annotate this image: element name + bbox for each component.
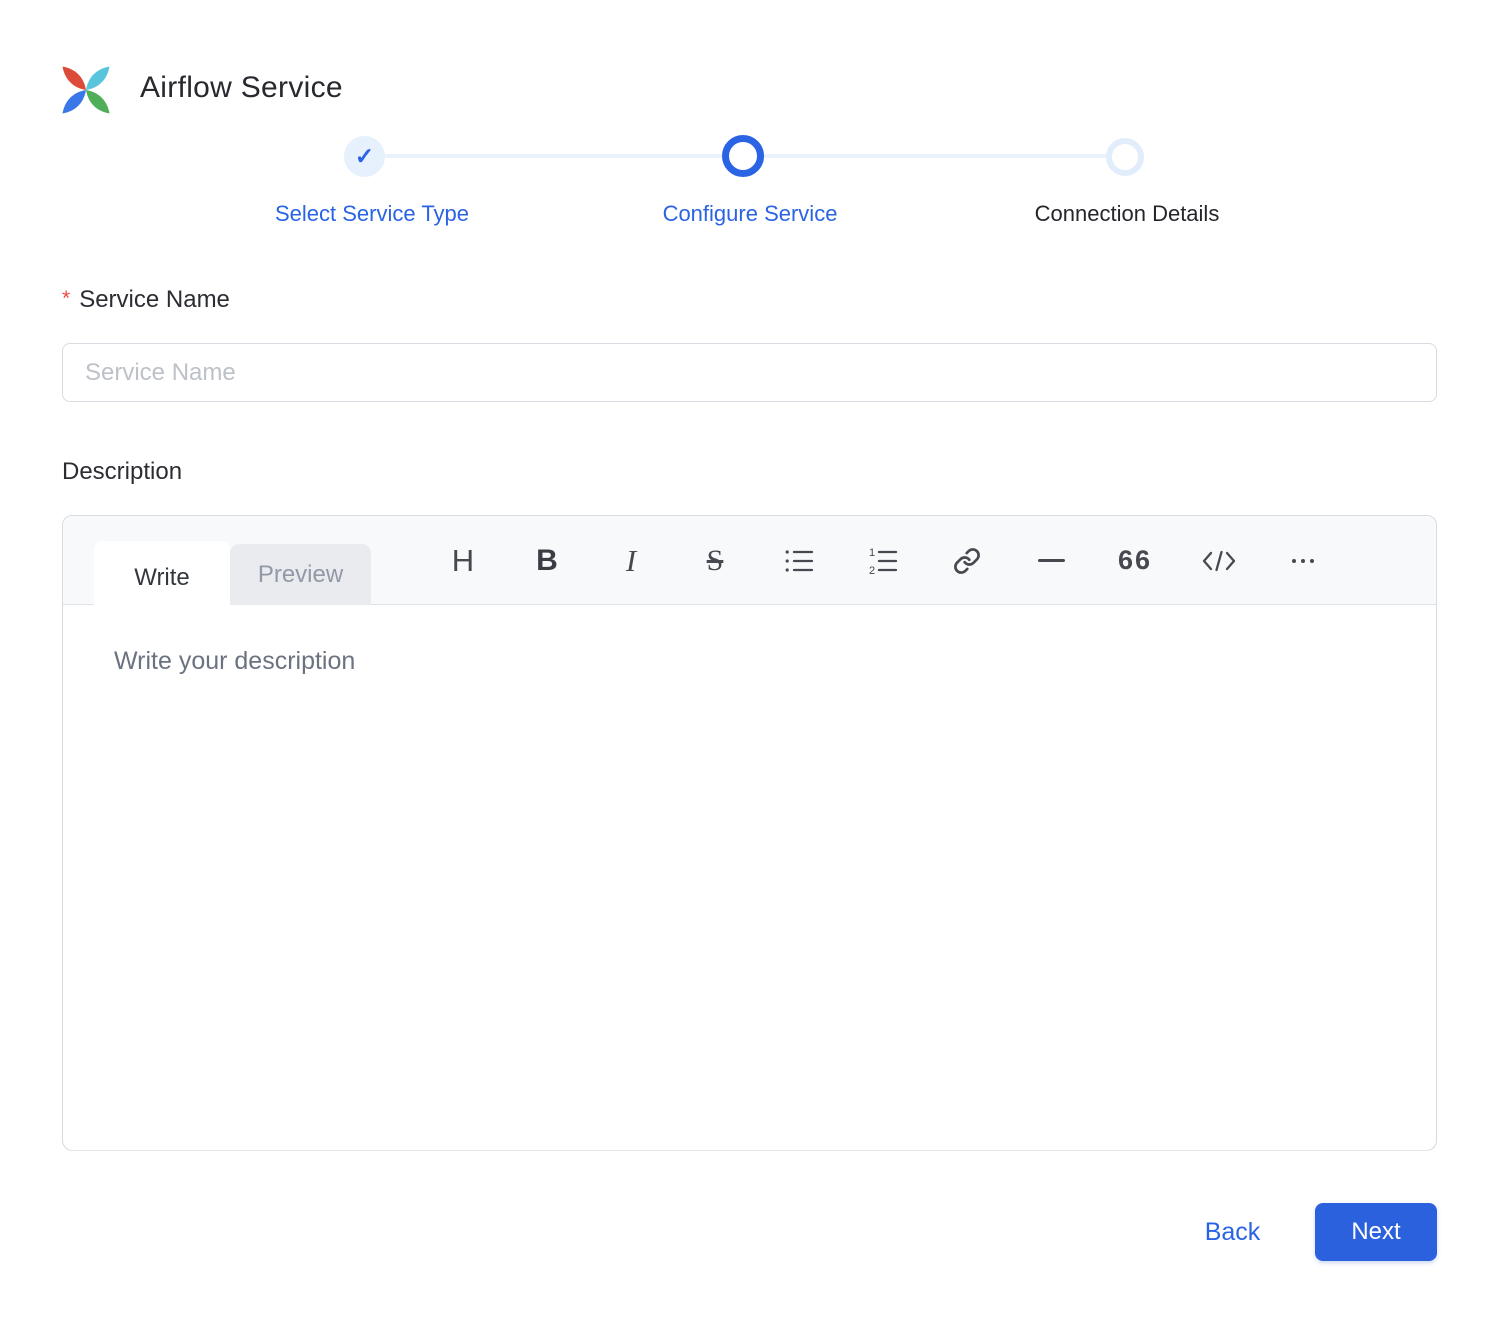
link-button[interactable] [945,536,989,586]
description-markdown-editor: Write Preview H B I S 1 2 66 Write your … [62,515,1437,1150]
service-name-input[interactable] [62,343,1437,402]
airflow-service-wizard: Airflow Service ✓ Select Service Type Co… [0,0,1502,1328]
quote-icon: 66 [1117,545,1153,575]
airflow-logo-icon [62,66,110,114]
strikethrough-icon: S [706,543,724,577]
svg-text:2: 2 [869,565,875,576]
tab-write[interactable]: Write [94,541,230,614]
bold-button[interactable]: B [525,536,569,586]
horizontal-rule-icon [1037,559,1065,562]
step-label-configure-service: Configure Service [662,201,838,226]
heading-button[interactable]: H [441,536,485,586]
editor-toolbar-header: Write Preview H B I S 1 2 66 [63,516,1436,614]
svg-text:1: 1 [869,547,875,559]
code-button[interactable] [1197,536,1241,586]
required-asterisk: * [62,287,71,310]
ordered-list-button[interactable]: 1 2 [861,536,905,586]
editor-toolbar: H B I S 1 2 66 [441,516,1325,605]
link-icon [954,547,980,574]
more-options-icon [1292,558,1314,563]
page-title: Airflow Service [140,71,343,104]
code-icon [1202,550,1236,571]
italic-button[interactable]: I [609,536,653,586]
unordered-list-button[interactable] [777,536,821,586]
unordered-list-icon [785,549,814,572]
bold-icon: B [536,543,558,577]
back-button[interactable]: Back [1175,1206,1290,1258]
description-textarea[interactable]: Write your description [63,605,1436,1150]
service-name-label: * Service Name [62,286,230,314]
strikethrough-button[interactable]: S [693,536,737,586]
check-icon: ✓ [354,143,375,169]
tab-preview[interactable]: Preview [230,544,371,605]
step-indicator-connection-details [1106,138,1144,176]
description-placeholder: Write your description [114,647,356,675]
next-button[interactable]: Next [1315,1203,1437,1261]
more-options-button[interactable] [1281,536,1325,586]
step-indicator-configure-service [722,135,764,177]
horizontal-rule-button[interactable] [1029,536,1073,586]
quote-button[interactable]: 66 [1113,536,1157,586]
step-label-select-service-type: Select Service Type [274,201,470,226]
heading-icon: H [451,542,475,578]
italic-icon: I [625,542,637,578]
service-name-label-text: Service Name [79,286,230,313]
step-label-connection-details: Connection Details [1034,201,1220,226]
ordered-list-icon: 1 2 [869,547,898,576]
description-label: Description [62,458,183,485]
step-indicator-select-service-type: ✓ [344,136,385,177]
